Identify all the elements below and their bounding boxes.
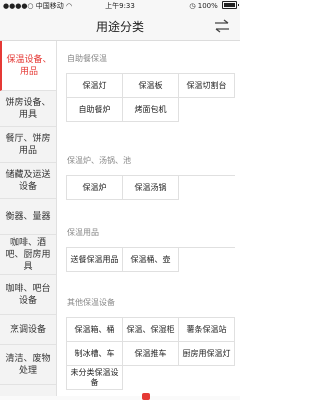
sidebar-item-label: 餐厅、饼房用品 (5, 133, 51, 156)
sidebar-item-label: 保温设备、用品 (6, 54, 52, 77)
subcategory-item[interactable]: 自助餐炉 (67, 98, 123, 122)
sidebar-item-cleaning-waste[interactable]: 清洁、废物处理 (0, 345, 56, 385)
category-sidebar: 保温设备、用品 饼房设备、用具 餐厅、饼房用品 储藏及运送设备 衡器、量器 咖啡… (0, 41, 57, 396)
sidebar-item-label: 咖啡、吧台设备 (5, 283, 51, 306)
tab-bar (0, 396, 240, 400)
subcategory-item[interactable]: 厨房用保温灯 (179, 342, 235, 366)
subcategory-grid: 保温箱、桶 保温、保湿柜 薯条保温站 制冰槽、车 保温推车 厨房用保温灯 未分类… (66, 317, 235, 390)
sidebar-item-bakery-equipment[interactable]: 饼房设备、用具 (0, 91, 56, 127)
subcategory-item[interactable]: 未分类保温设备 (67, 366, 123, 390)
battery-percent: 100% (197, 2, 218, 10)
subcategory-item[interactable]: 保温箱、桶 (67, 318, 123, 342)
swap-arrows-icon[interactable] (214, 19, 230, 33)
subcategory-item[interactable]: 烤面包机 (123, 98, 179, 122)
sidebar-item-scales[interactable]: 衡器、量器 (0, 199, 56, 235)
subcategory-item[interactable]: 薯条保温站 (179, 318, 235, 342)
sidebar-item-label: 咖啡、酒吧、厨房用具 (5, 237, 51, 272)
subcategory-item[interactable]: 保温灯 (67, 74, 123, 98)
subcategory-item[interactable]: 送餐保温用品 (67, 248, 123, 272)
sidebar-item-label: 衡器、量器 (5, 211, 51, 222)
notification-badge (142, 393, 150, 400)
sidebar-item-coffee-bar-equipment[interactable]: 咖啡、吧台设备 (0, 275, 56, 315)
status-bar: ●●●●○ 中国移动 ◠ 上午9:33 ◷ 100% (0, 0, 240, 12)
subcategory-panel: 自助餐保温 保温灯 保温板 保温切割台 自助餐炉 烤面包机 保温炉、汤锅、池 保… (57, 41, 240, 396)
subcategory-grid: 保温灯 保温板 保温切割台 自助餐炉 烤面包机 (66, 73, 235, 122)
battery-icon (222, 1, 239, 9)
section-title: 保温炉、汤锅、池 (67, 156, 131, 165)
nav-bar: 用途分类 (0, 12, 240, 41)
alarm-icon: ◷ (189, 2, 196, 10)
sidebar-item-cooking-equipment[interactable]: 烹调设备 (0, 315, 56, 345)
subcategory-item[interactable]: 保温、保湿柜 (123, 318, 179, 342)
subcategory-item[interactable]: 保温板 (123, 74, 179, 98)
subcategory-item[interactable]: 保温炉 (67, 176, 123, 200)
page-title: 用途分类 (95, 20, 144, 34)
sidebar-item-coffee-bar-kitchen[interactable]: 咖啡、酒吧、厨房用具 (0, 235, 56, 275)
sidebar-item-label: 烹调设备 (9, 324, 46, 335)
sidebar-item-storage-transport[interactable]: 储藏及运送设备 (0, 163, 56, 199)
subcategory-item[interactable]: 保温推车 (123, 342, 179, 366)
sidebar-item-restaurant-supplies[interactable]: 餐厅、饼房用品 (0, 127, 56, 163)
sidebar-item-label: 饼房设备、用具 (5, 97, 51, 120)
subcategory-item[interactable]: 保温桶、壶 (123, 248, 179, 272)
section-title: 自助餐保温 (67, 54, 107, 63)
subcategory-item[interactable]: 制冰槽、车 (67, 342, 123, 366)
subcategory-grid: 保温炉 保温汤锅 (66, 175, 235, 200)
sidebar-item-label: 清洁、废物处理 (5, 353, 51, 376)
subcategory-item[interactable]: 保温汤锅 (123, 176, 179, 200)
section-title: 保温用品 (67, 228, 99, 237)
sidebar-item-warming-equipment[interactable]: 保温设备、用品 (0, 41, 56, 91)
section-title: 其他保温设备 (67, 298, 115, 307)
sidebar-item-label: 储藏及运送设备 (5, 169, 51, 192)
subcategory-item[interactable]: 保温切割台 (179, 74, 235, 98)
subcategory-grid: 送餐保温用品 保温桶、壶 (66, 247, 235, 272)
